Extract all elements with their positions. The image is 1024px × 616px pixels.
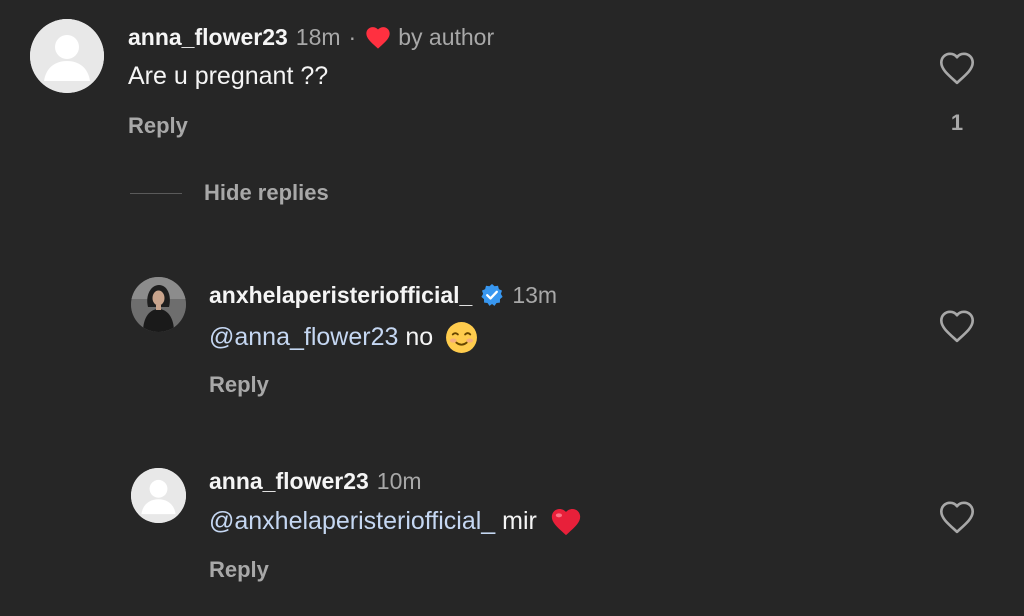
heart-outline-icon bbox=[939, 310, 975, 343]
comment-reply-button[interactable]: Reply bbox=[128, 113, 188, 139]
comment-text: Are u pregnant ?? bbox=[128, 62, 329, 90]
comment-username[interactable]: anna_flower23 bbox=[128, 24, 288, 51]
reply-header: anna_flower23 10m bbox=[209, 466, 422, 496]
reply-reply-button[interactable]: Reply bbox=[209, 372, 269, 398]
reply-avatar[interactable] bbox=[131, 468, 186, 523]
reply-username[interactable]: anna_flower23 bbox=[209, 468, 369, 495]
hide-replies-toggle[interactable]: Hide replies bbox=[130, 178, 329, 208]
reply-text: @anxhelaperisteriofficial_ mir bbox=[209, 505, 583, 537]
reply-like-button[interactable] bbox=[937, 307, 977, 345]
heart-outline-icon bbox=[939, 501, 975, 534]
default-avatar-icon bbox=[30, 19, 104, 93]
reply-mention[interactable]: @anxhelaperisteriofficial_ bbox=[209, 507, 495, 536]
reply-item: anxhelaperisteriofficial_ 13m @anna_flow… bbox=[0, 260, 1024, 420]
profile-photo-icon bbox=[131, 277, 186, 332]
meta-separator: · bbox=[348, 23, 357, 50]
reply-body: mir bbox=[495, 506, 537, 535]
comment-like-count[interactable]: 1 bbox=[946, 110, 968, 136]
comment-header: anna_flower23 18m · by author bbox=[128, 22, 494, 52]
red-heart-emoji bbox=[549, 505, 583, 537]
hide-replies-label[interactable]: Hide replies bbox=[204, 180, 329, 206]
reply-time: 10m bbox=[376, 467, 422, 494]
default-avatar-icon bbox=[131, 468, 186, 523]
liked-by-author-label: by author bbox=[398, 23, 495, 50]
reply-username[interactable]: anxhelaperisteriofficial_ bbox=[209, 282, 472, 309]
author-heart-icon bbox=[364, 24, 392, 50]
reply-item: anna_flower23 10m @anxhelaperisterioffic… bbox=[0, 445, 1024, 610]
comment-like-button[interactable] bbox=[937, 49, 977, 87]
reply-text: @anna_flower23 no bbox=[209, 321, 478, 354]
commenter-avatar[interactable] bbox=[30, 19, 104, 93]
comment-time: 18m bbox=[295, 23, 341, 50]
reply-like-button[interactable] bbox=[937, 498, 977, 536]
replies-divider bbox=[130, 192, 182, 194]
reply-mention[interactable]: @anna_flower23 bbox=[209, 323, 398, 352]
heart-outline-icon bbox=[939, 52, 975, 85]
reply-avatar[interactable] bbox=[131, 277, 186, 332]
smiling-face-emoji bbox=[445, 321, 478, 354]
reply-body: no bbox=[398, 323, 434, 351]
comment: anna_flower23 18m · by author Are u preg… bbox=[0, 0, 1024, 160]
reply-header: anxhelaperisteriofficial_ 13m bbox=[209, 280, 557, 310]
reply-time: 13m bbox=[512, 281, 558, 308]
reply-reply-button[interactable]: Reply bbox=[209, 557, 269, 583]
verified-badge-icon bbox=[480, 283, 504, 307]
